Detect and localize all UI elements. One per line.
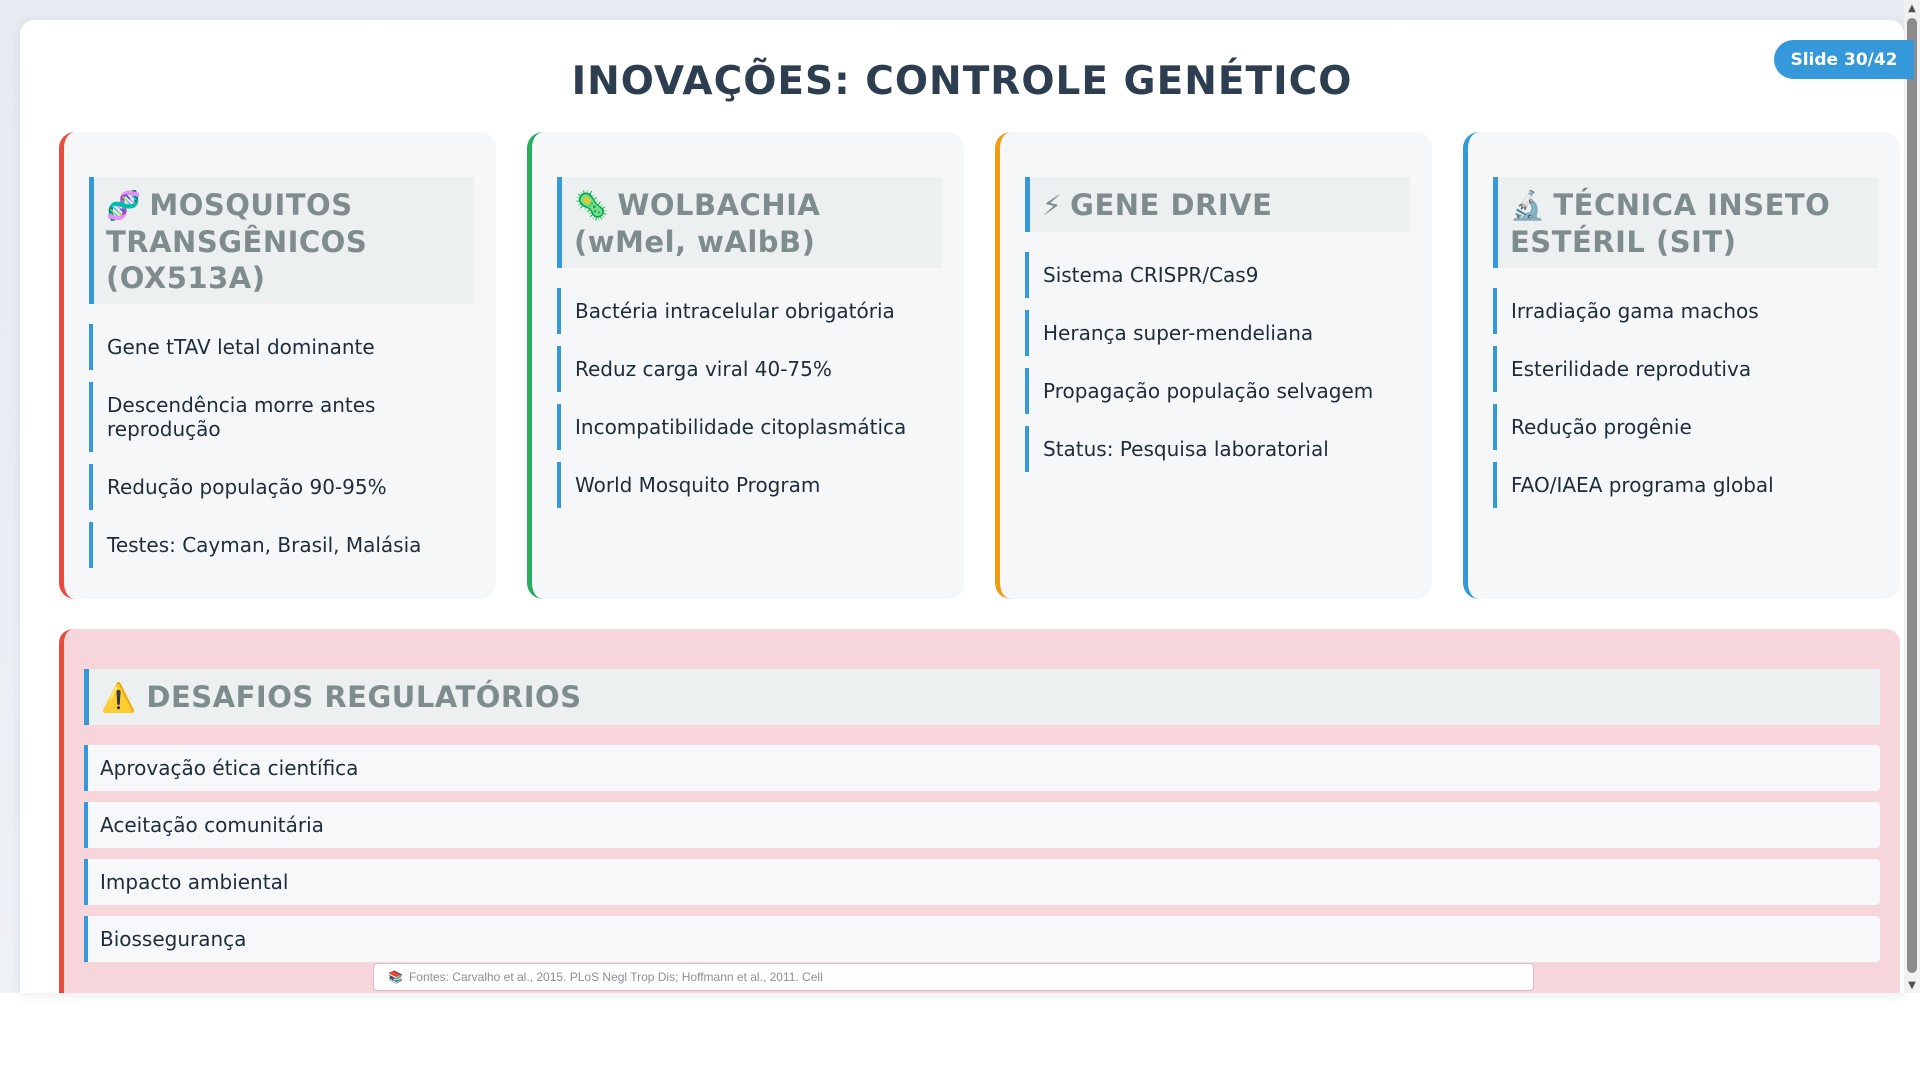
list-item: Status: Pesquisa laboratorial	[1025, 426, 1410, 472]
card-header: 🧬 MOSQUITOS TRANSGÊNICOS (OX513A)	[89, 177, 474, 304]
vertical-scrollbar[interactable]: ▲ ▼	[1904, 0, 1920, 993]
list-item: Aceitação comunitária	[84, 802, 1880, 848]
list-item: Irradiação gama machos	[1493, 288, 1878, 334]
list-item: FAO/IAEA programa global	[1493, 462, 1878, 508]
list-item: Redução progênie	[1493, 404, 1878, 450]
sources-footnote: 📚 Fontes: Carvalho et al., 2015. PLoS Neg…	[373, 963, 1534, 991]
list-item: Reduz carga viral 40-75%	[557, 346, 942, 392]
list-item: Incompatibilidade citoplasmática	[557, 404, 942, 450]
list-item: Herança super-mendeliana	[1025, 310, 1410, 356]
microscope-icon: 🔬	[1510, 189, 1546, 222]
books-icon: 📚	[388, 970, 403, 984]
card-header: 🔬 TÉCNICA INSETO ESTÉRIL (SIT)	[1493, 177, 1878, 268]
challenges-header: ⚠️ DESAFIOS REGULATÓRIOS	[84, 669, 1880, 725]
list-item: Descendência morre antes reprodução	[89, 382, 474, 452]
scroll-up-arrow-icon[interactable]: ▲	[1904, 0, 1920, 16]
challenges-title: DESAFIOS REGULATÓRIOS	[146, 680, 582, 714]
card-wolbachia: 🦠 WOLBACHIA (wMel, wAlbB) Bactéria intrac…	[527, 132, 964, 599]
microbe-icon: 🦠	[574, 189, 610, 222]
list-item: Aprovação ética científica	[84, 745, 1880, 791]
card-title: GENE DRIVE	[1070, 188, 1273, 222]
list-item: Impacto ambiental	[84, 859, 1880, 905]
scroll-down-arrow-icon[interactable]: ▼	[1904, 977, 1920, 993]
list-item: Testes: Cayman, Brasil, Malásia	[89, 522, 474, 568]
card-header: 🦠 WOLBACHIA (wMel, wAlbB)	[557, 177, 942, 268]
card-title: MOSQUITOS TRANSGÊNICOS (OX513A)	[106, 188, 368, 295]
list-item: Redução população 90-95%	[89, 464, 474, 510]
list-item: Esterilidade reprodutiva	[1493, 346, 1878, 392]
card-title: WOLBACHIA (wMel, wAlbB)	[574, 188, 821, 259]
list-item: Bactéria intracelular obrigatória	[557, 288, 942, 334]
list-item: Sistema CRISPR/Cas9	[1025, 252, 1410, 298]
list-item: World Mosquito Program	[557, 462, 942, 508]
regulatory-challenges-panel: ⚠️ DESAFIOS REGULATÓRIOS Aprovação ética …	[59, 629, 1900, 993]
card-sterile-insect-technique: 🔬 TÉCNICA INSETO ESTÉRIL (SIT) Irradiação…	[1463, 132, 1900, 599]
card-transgenic-mosquitoes: 🧬 MOSQUITOS TRANSGÊNICOS (OX513A) Gene tT…	[59, 132, 496, 599]
card-gene-drive: ⚡ GENE DRIVE Sistema CRISPR/Cas9 Herança …	[995, 132, 1432, 599]
page-title: INOVAÇÕES: CONTROLE GENÉTICO	[571, 59, 1353, 104]
scrollbar-thumb[interactable]	[1907, 18, 1917, 973]
sources-text: Fontes: Carvalho et al., 2015. PLoS Negl…	[408, 970, 823, 984]
list-item: Gene tTAV letal dominante	[89, 324, 474, 370]
list-item: Propagação população selvagem	[1025, 368, 1410, 414]
lightning-icon: ⚡	[1042, 189, 1063, 222]
card-header: ⚡ GENE DRIVE	[1025, 177, 1410, 232]
list-item: Biossegurança	[84, 916, 1880, 962]
card-title: TÉCNICA INSETO ESTÉRIL (SIT)	[1510, 188, 1831, 259]
warning-icon: ⚠️	[101, 680, 137, 714]
dna-icon: 🧬	[106, 189, 142, 222]
slide-counter-badge: Slide 30/42	[1774, 40, 1914, 79]
